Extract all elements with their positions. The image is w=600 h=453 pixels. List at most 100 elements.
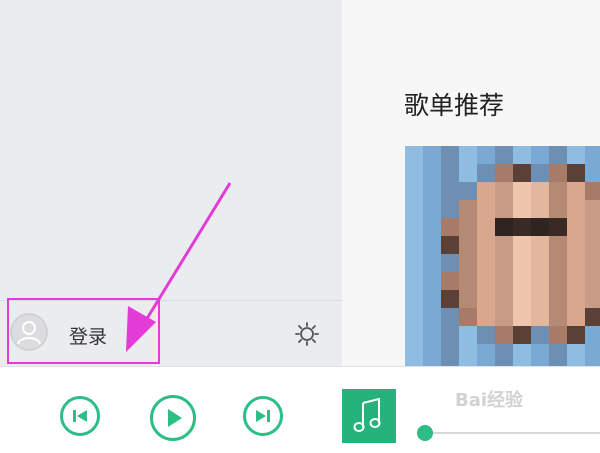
cover-pixel bbox=[423, 326, 441, 344]
cover-pixel bbox=[405, 200, 423, 218]
main-content: 歌单推荐 bbox=[342, 0, 600, 366]
cover-pixel bbox=[567, 164, 585, 182]
section-title: 歌单推荐 bbox=[404, 91, 505, 120]
cover-pixel bbox=[441, 218, 459, 236]
cover-pixel bbox=[513, 146, 531, 164]
cover-pixel bbox=[477, 146, 495, 164]
cover-pixel bbox=[423, 164, 441, 182]
cover-pixel bbox=[441, 200, 459, 218]
cover-pixel bbox=[549, 308, 567, 326]
cover-pixel bbox=[495, 146, 513, 164]
cover-pixel bbox=[531, 236, 549, 254]
cover-pixel bbox=[513, 308, 531, 326]
play-button[interactable] bbox=[150, 395, 196, 441]
gear-icon[interactable] bbox=[294, 321, 320, 347]
cover-pixel bbox=[441, 272, 459, 290]
cover-pixel bbox=[405, 182, 423, 200]
cover-pixel bbox=[477, 218, 495, 236]
cover-pixel bbox=[567, 200, 585, 218]
cover-pixel bbox=[441, 326, 459, 344]
cover-pixel bbox=[423, 218, 441, 236]
cover-pixel bbox=[423, 308, 441, 326]
cover-pixel bbox=[585, 182, 600, 200]
cover-pixel bbox=[549, 254, 567, 272]
cover-pixel bbox=[423, 290, 441, 308]
user-avatar-icon[interactable] bbox=[10, 313, 48, 351]
cover-pixel bbox=[495, 272, 513, 290]
cover-pixel bbox=[531, 272, 549, 290]
progress-knob[interactable] bbox=[417, 425, 433, 441]
cover-pixel bbox=[531, 290, 549, 308]
cover-pixel bbox=[567, 308, 585, 326]
cover-pixel bbox=[585, 272, 600, 290]
player-bar bbox=[0, 366, 600, 453]
cover-pixel bbox=[549, 182, 567, 200]
cover-pixel bbox=[531, 182, 549, 200]
cover-pixel bbox=[405, 146, 423, 164]
cover-pixel bbox=[423, 182, 441, 200]
cover-pixel bbox=[585, 236, 600, 254]
music-note-icon bbox=[353, 397, 381, 432]
cover-pixel bbox=[495, 254, 513, 272]
cover-pixel bbox=[423, 254, 441, 272]
cover-pixel bbox=[441, 290, 459, 308]
cover-pixel bbox=[531, 254, 549, 272]
current-song-thumbnail[interactable] bbox=[342, 389, 396, 443]
playlist-cover[interactable] bbox=[405, 146, 600, 366]
progress-track[interactable] bbox=[426, 432, 600, 434]
cover-pixel bbox=[405, 254, 423, 272]
cover-pixel bbox=[459, 236, 477, 254]
cover-pixel bbox=[405, 308, 423, 326]
cover-pixel bbox=[567, 326, 585, 344]
cover-pixel bbox=[567, 236, 585, 254]
sidebar: 登录 bbox=[0, 0, 342, 366]
cover-pixel bbox=[423, 272, 441, 290]
cover-pixel bbox=[585, 164, 600, 182]
login-link[interactable]: 登录 bbox=[69, 322, 107, 349]
cover-pixel bbox=[567, 290, 585, 308]
cover-pixel bbox=[405, 236, 423, 254]
cover-pixel bbox=[567, 344, 585, 362]
cover-pixel bbox=[531, 200, 549, 218]
cover-pixel bbox=[423, 236, 441, 254]
cover-pixel bbox=[405, 272, 423, 290]
cover-pixel bbox=[477, 308, 495, 326]
cover-pixel bbox=[549, 200, 567, 218]
cover-pixel bbox=[495, 344, 513, 362]
cover-pixel bbox=[441, 308, 459, 326]
cover-pixel bbox=[459, 254, 477, 272]
cover-pixel bbox=[423, 200, 441, 218]
cover-pixel bbox=[459, 308, 477, 326]
cover-pixel bbox=[549, 344, 567, 362]
cover-pixel bbox=[549, 164, 567, 182]
user-login-row[interactable]: 登录 bbox=[0, 301, 342, 366]
cover-pixel bbox=[405, 290, 423, 308]
cover-pixel bbox=[441, 344, 459, 362]
previous-track-button[interactable] bbox=[60, 396, 100, 436]
cover-pixel bbox=[513, 182, 531, 200]
next-track-button[interactable] bbox=[243, 396, 283, 436]
cover-pixel bbox=[513, 218, 531, 236]
cover-pixel bbox=[513, 290, 531, 308]
cover-pixel bbox=[441, 146, 459, 164]
cover-pixel bbox=[495, 164, 513, 182]
cover-pixel bbox=[585, 254, 600, 272]
cover-pixel bbox=[513, 344, 531, 362]
cover-pixel bbox=[585, 290, 600, 308]
cover-pixel bbox=[441, 164, 459, 182]
cover-pixel bbox=[495, 200, 513, 218]
cover-pixel bbox=[477, 344, 495, 362]
cover-pixel bbox=[549, 290, 567, 308]
previous-track-icon bbox=[73, 410, 87, 422]
cover-pixel bbox=[459, 272, 477, 290]
cover-pixel bbox=[585, 218, 600, 236]
cover-pixel bbox=[477, 290, 495, 308]
cover-pixel bbox=[405, 164, 423, 182]
cover-pixel bbox=[585, 200, 600, 218]
cover-pixel bbox=[513, 236, 531, 254]
cover-pixel bbox=[459, 146, 477, 164]
cover-pixel bbox=[531, 308, 549, 326]
cover-pixel bbox=[513, 254, 531, 272]
cover-pixel bbox=[405, 218, 423, 236]
cover-pixel bbox=[585, 308, 600, 326]
